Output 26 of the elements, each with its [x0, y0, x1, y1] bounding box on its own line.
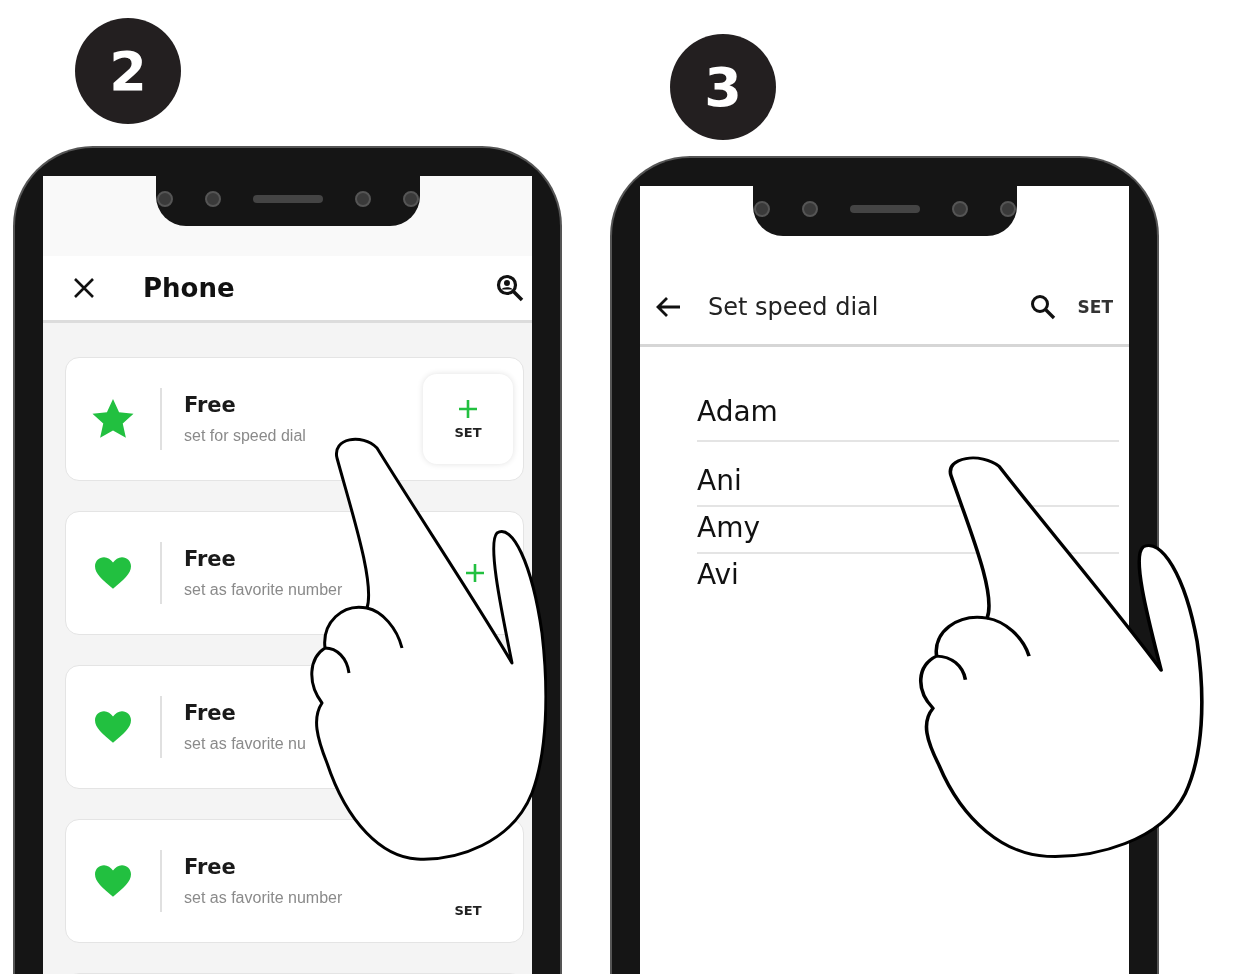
star-icon [92, 399, 134, 439]
card-title: Free [184, 855, 237, 879]
heart-icon [95, 711, 131, 743]
card-subtitle: set as favorite number [184, 889, 344, 907]
card-title: Free [184, 547, 237, 571]
back-arrow-icon[interactable] [656, 296, 682, 318]
card-subtitle: set as favorite number [184, 581, 344, 599]
search-icon[interactable] [496, 274, 524, 302]
card-subtitle: set as favorite nu [184, 735, 307, 753]
card-title: Free [184, 393, 237, 417]
set-button[interactable]: SET [1073, 293, 1117, 321]
contact-name[interactable]: Amy [697, 511, 760, 544]
step-number-badge: 2 [75, 18, 181, 124]
screen-title: Set speed dial [708, 293, 880, 321]
close-icon[interactable] [73, 277, 95, 299]
contact-name[interactable]: Avi [697, 558, 739, 591]
card-subtitle: set for speed dial [184, 427, 307, 445]
heart-icon [95, 865, 131, 897]
heart-icon [95, 557, 131, 589]
set-button[interactable]: SET [423, 374, 513, 464]
step-number-badge: 3 [670, 34, 776, 140]
contact-name[interactable]: Adam [697, 395, 778, 428]
search-icon[interactable] [1029, 294, 1056, 320]
card-title: Free [184, 701, 237, 725]
contact-name[interactable]: Ani [697, 464, 742, 497]
screen-title: Phone [143, 273, 236, 303]
